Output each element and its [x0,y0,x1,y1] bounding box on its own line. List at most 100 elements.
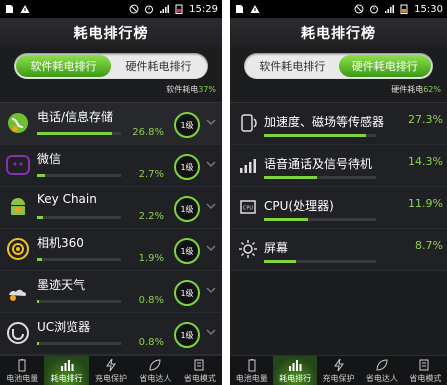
app-name: Key Chain [37,192,97,206]
signal-bars-icon [160,5,170,13]
screen-hardware-ranking: 15:30 耗电排行榜 软件耗电排行 硬件耗电排行 硬件耗电62% 加速度、磁场… [230,0,447,385]
list-item[interactable]: 相机360 1.9% 1级 [0,229,222,271]
battery-low-icon [400,4,408,14]
bar-chart-icon [60,360,74,371]
app-name: 微信 [37,152,62,166]
signal-bars-icon [385,5,395,13]
nav-charge-protect[interactable]: 充电保护 [89,356,133,385]
usage-bar-fill [37,342,40,345]
usage-bar-fill [37,216,44,219]
no-signal-icon [354,4,364,14]
sd-card-icon [236,5,243,13]
bottom-nav: 电池电量 耗电排行 充电保护 省电达人 省电模式 [0,355,222,385]
android-icon [6,195,30,219]
nav-saving-expert[interactable]: 省电达人 [360,356,403,385]
uc-browser-icon [6,321,30,345]
nav-label: 省电模式 [183,374,216,383]
battery-low-icon [175,4,183,14]
nav-label: 充电保护 [95,374,128,383]
mode-list-icon [194,359,204,371]
svg-text:CPU: CPU [243,206,254,212]
no-signal-icon [129,4,139,14]
usage-bar [264,176,376,179]
bottom-nav: 电池电量 耗电排行 充电保护 省电达人 省电模式 [230,355,447,385]
list-item[interactable]: 墨迹天气 0.8% 1级 [0,271,222,313]
usage-bar [264,260,376,263]
nav-saving-mode[interactable]: 省电模式 [404,356,447,385]
battery-icon [18,359,26,372]
usage-percent: 14.3% [408,155,443,168]
alarm-icon [370,5,379,14]
list-item[interactable]: 微信 2.7% 1级 [0,145,222,187]
page-title: 耗电排行榜 [230,18,447,48]
tab-software-ranking[interactable]: 软件耗电排行 [16,55,111,77]
usage-percent: 26.8% [132,127,164,138]
usage-bar-fill [37,174,45,177]
usage-bar [37,342,121,345]
usage-bar [264,134,376,137]
summary-percent: 37% [198,85,216,94]
nav-saving-expert[interactable]: 省电达人 [133,356,177,385]
list-item[interactable]: CPU CPU(处理器) 11.9% [230,187,447,229]
nav-battery-level[interactable]: 电池电量 [230,356,273,385]
usage-percent: 1.9% [138,253,164,264]
level-badge: 1级 [174,280,200,306]
chevron-down-icon[interactable] [206,159,216,169]
nav-label: 省电模式 [409,374,442,383]
usage-bar-fill [264,176,318,179]
list-item[interactable]: UC浏览器 0.8% 1级 [0,313,222,355]
nav-label: 耗电排行 [50,374,83,383]
level-badge: 1级 [174,238,200,264]
level-badge: 1级 [174,154,200,180]
mode-list-icon [419,359,429,371]
hardware-name: 加速度、磁场等传感器 [264,115,385,129]
sd-card-icon [6,5,13,13]
usage-percent: 2.2% [138,211,164,222]
nav-battery-level[interactable]: 电池电量 [0,356,44,385]
list-item[interactable]: 电话/信息存储 26.8% 1级 [0,103,222,145]
brightness-icon [236,237,260,261]
chevron-down-icon[interactable] [206,327,216,337]
usage-percent: 0.8% [138,337,164,348]
bar-chart-icon [289,360,302,371]
clock: 15:29 [189,3,218,15]
chevron-down-icon[interactable] [206,201,216,211]
battery-icon [248,359,256,372]
tab-hardware-ranking[interactable]: 硬件耗电排行 [111,55,206,77]
nav-charge-protect[interactable]: 充电保护 [317,356,360,385]
usage-bar [37,216,121,219]
usage-bar [264,218,376,221]
lightning-icon [106,358,116,372]
hardware-name: CPU(处理器) [264,199,334,213]
leaf-icon [149,359,161,371]
list-item[interactable]: Key Chain 2.2% 1级 [0,187,222,229]
nav-power-ranking[interactable]: 耗电排行 [273,356,317,385]
usage-percent: 2.7% [138,169,164,180]
usage-bar-fill [37,300,40,303]
chevron-down-icon[interactable] [206,243,216,253]
tab-software-ranking[interactable]: 软件耗电排行 [246,55,339,77]
page-title: 耗电排行榜 [0,18,222,48]
nav-label: 省电达人 [365,374,398,383]
level-badge: 1级 [174,196,200,222]
summary-label: 硬件耗电 [391,85,424,94]
ranking-tabs: 软件耗电排行 硬件耗电排行 [244,53,433,79]
weather-icon [6,279,30,303]
app-name: 电话/信息存储 [37,110,114,124]
status-bar: 15:30 [230,0,447,18]
list-item[interactable]: 语音通话及信号待机 14.3% [230,145,447,187]
nav-label: 耗电排行 [279,374,312,383]
usage-bar-fill [264,218,309,221]
list-item[interactable]: 加速度、磁场等传感器 27.3% [230,103,447,145]
usage-bar-fill [264,260,297,263]
nav-power-ranking[interactable]: 耗电排行 [44,356,89,385]
software-usage-summary: 软件耗电37% [0,84,222,100]
chevron-down-icon[interactable] [206,285,216,295]
leaf-icon [376,359,388,371]
nav-label: 充电保护 [322,374,355,383]
clock: 15:30 [414,3,443,15]
nav-saving-mode[interactable]: 省电模式 [178,356,222,385]
tab-hardware-ranking[interactable]: 硬件耗电排行 [338,55,431,77]
list-item[interactable]: 屏幕 8.7% [230,229,447,271]
chevron-down-icon[interactable] [206,117,216,127]
